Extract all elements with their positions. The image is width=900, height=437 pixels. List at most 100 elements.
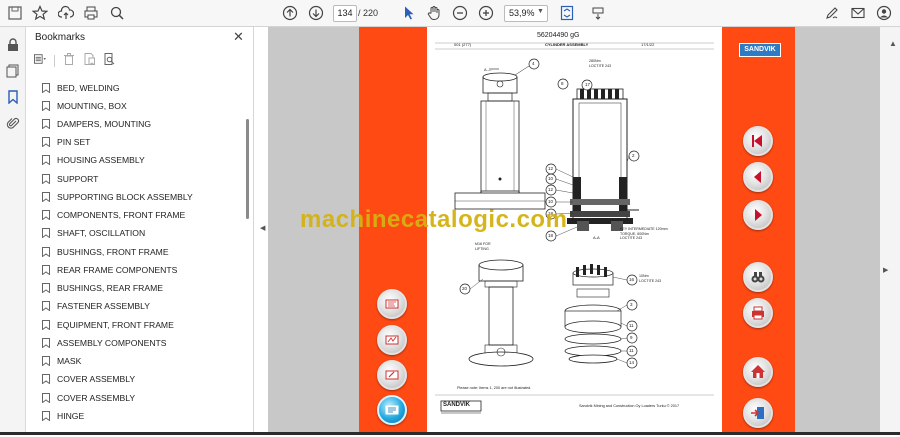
previous-page-icon[interactable] <box>280 4 300 22</box>
bookmark-icon <box>42 137 50 147</box>
list-item[interactable]: COVER ASSEMBLY <box>42 389 135 407</box>
list-item[interactable]: COVER ASSEMBLY <box>42 370 135 388</box>
list-item[interactable]: BED, WELDING <box>42 79 120 97</box>
list-item[interactable]: MASK <box>42 352 81 370</box>
star-icon[interactable] <box>30 4 50 22</box>
drawing-view-button[interactable] <box>377 325 407 355</box>
catalog-view-button[interactable] <box>377 395 407 425</box>
bookmark-label: BED, WELDING <box>57 83 120 93</box>
collapse-panel-icon[interactable]: ◀ <box>260 224 265 232</box>
zoom-dropdown-icon[interactable]: ▼ <box>537 8 544 15</box>
callout-4: 4 <box>532 61 535 66</box>
options-menu-icon[interactable] <box>34 52 46 70</box>
bookmark-icon <box>42 247 50 257</box>
callout-10a: 10 <box>548 176 554 181</box>
expand-right-pane-icon[interactable]: ▶ <box>883 266 888 274</box>
bookmark-icon <box>42 228 50 238</box>
list-item[interactable]: BUSHINGS, FRONT FRAME <box>42 243 169 261</box>
bookmarks-panel-icon[interactable] <box>4 88 22 106</box>
bookmark-label: ASSEMBLY COMPONENTS <box>57 338 167 348</box>
exit-door-icon <box>751 407 764 419</box>
next-page-icon[interactable] <box>306 4 326 22</box>
page-number-input[interactable]: 134 <box>333 5 357 22</box>
delete-bookmark-icon[interactable] <box>63 52 75 70</box>
previous-page-button[interactable] <box>743 162 773 192</box>
bookmark-icon <box>42 411 50 421</box>
list-item[interactable]: EQUIPMENT, FRONT FRAME <box>42 316 174 334</box>
zoom-out-icon[interactable] <box>450 4 470 22</box>
email-icon[interactable] <box>848 4 868 22</box>
bookmark-icon <box>42 119 50 129</box>
attachment-icon[interactable] <box>4 114 22 132</box>
list-item[interactable]: SUPPORTING BLOCK ASSEMBLY <box>42 188 193 206</box>
list-item[interactable]: ASSEMBLY COMPONENTS <box>42 334 167 352</box>
section-marker: A — <box>484 67 492 72</box>
select-cursor-icon[interactable] <box>399 4 419 22</box>
exit-button[interactable] <box>743 398 773 428</box>
list-item[interactable]: HOUSING ASSEMBLY <box>42 151 145 169</box>
bookmark-label: SUPPORTING BLOCK ASSEMBLY <box>57 192 193 202</box>
callout-11b: 11 <box>629 348 634 353</box>
save-icon[interactable] <box>5 4 25 22</box>
bookmarks-toolbar <box>34 53 115 69</box>
list-item[interactable]: DAMPERS, MOUNTING <box>42 115 151 133</box>
bookmark-icon <box>42 210 50 220</box>
list-item[interactable]: SUPPORT <box>42 170 98 188</box>
zoom-in-icon[interactable] <box>476 4 496 22</box>
account-icon[interactable] <box>874 4 894 22</box>
search-button[interactable] <box>743 262 773 292</box>
lock-icon[interactable] <box>4 36 22 54</box>
new-bookmark-icon[interactable] <box>83 52 95 70</box>
bookmark-label: MOUNTING, BOX <box>57 101 127 111</box>
bookmark-label: EQUIPMENT, FRONT FRAME <box>57 320 174 330</box>
bookmark-label: BUSHINGS, REAR FRAME <box>57 283 164 293</box>
first-page-icon <box>752 135 762 147</box>
bookmark-label: FASTENER ASSEMBLY <box>57 301 150 311</box>
print-button[interactable] <box>743 298 773 328</box>
navigation-rail <box>0 27 26 435</box>
callout-9: 9 <box>630 335 633 340</box>
list-item[interactable]: SHAFT, OSCILLATION <box>42 224 145 242</box>
edit-document-icon <box>385 370 399 380</box>
bookmarks-panel: Bookmarks ✕ BED, WELDING MOUNTING, BOX D… <box>26 27 254 435</box>
list-item[interactable]: BUSHINGS, REAR FRAME <box>42 279 163 297</box>
next-page-button[interactable] <box>743 200 773 230</box>
parts-list-button[interactable] <box>377 289 407 319</box>
close-icon[interactable]: ✕ <box>233 29 244 45</box>
doc-header-title: CYLINDER ASSEMBLY <box>545 42 589 47</box>
bookmark-label: HOUSING ASSEMBLY <box>57 155 145 165</box>
bookmarks-scroll-thumb[interactable] <box>246 119 249 219</box>
bookmark-icon <box>42 356 50 366</box>
annotation-torque-16: 10Nm LOCTITE 243 <box>639 274 662 283</box>
edit-view-button[interactable] <box>377 360 407 390</box>
list-item[interactable]: MOUNTING, BOX <box>42 97 127 115</box>
sign-pen-icon[interactable] <box>822 4 842 22</box>
list-item[interactable]: PIN SET <box>42 133 90 151</box>
fit-page-icon[interactable] <box>557 4 577 22</box>
bookmark-icon <box>42 265 50 275</box>
bookmark-label: HINGE <box>57 411 85 421</box>
viewer-scrollbar[interactable] <box>880 27 900 435</box>
bookmark-label: REAR FRAME COMPONENTS <box>57 265 178 275</box>
upload-cloud-icon[interactable] <box>56 4 76 22</box>
doc-header-left: 001 (277) <box>454 42 472 47</box>
scroll-up-icon[interactable]: ▲ <box>889 39 897 48</box>
print-icon[interactable] <box>81 4 101 22</box>
hand-tool-icon[interactable] <box>424 4 444 22</box>
list-item[interactable]: COMPONENTS, FRONT FRAME <box>42 206 185 224</box>
bookmark-label: COVER ASSEMBLY <box>57 393 136 403</box>
first-page-button[interactable] <box>743 126 773 156</box>
find-bookmark-icon[interactable] <box>103 52 115 70</box>
page-thumbnails-icon[interactable] <box>4 62 22 80</box>
list-item[interactable]: REAR FRAME COMPONENTS <box>42 261 177 279</box>
bookmark-icon <box>42 283 50 293</box>
printer-icon <box>752 306 764 320</box>
list-item[interactable]: HINGE <box>42 407 84 425</box>
bookmark-icon <box>42 320 50 330</box>
bookmarks-panel-title: Bookmarks <box>35 32 86 43</box>
bookmarks-scrollbar[interactable] <box>246 79 250 429</box>
zoom-search-icon[interactable] <box>107 4 127 22</box>
list-item[interactable]: FASTENER ASSEMBLY <box>42 297 150 315</box>
home-button[interactable] <box>743 357 773 387</box>
scrolling-mode-icon[interactable] <box>588 4 608 22</box>
